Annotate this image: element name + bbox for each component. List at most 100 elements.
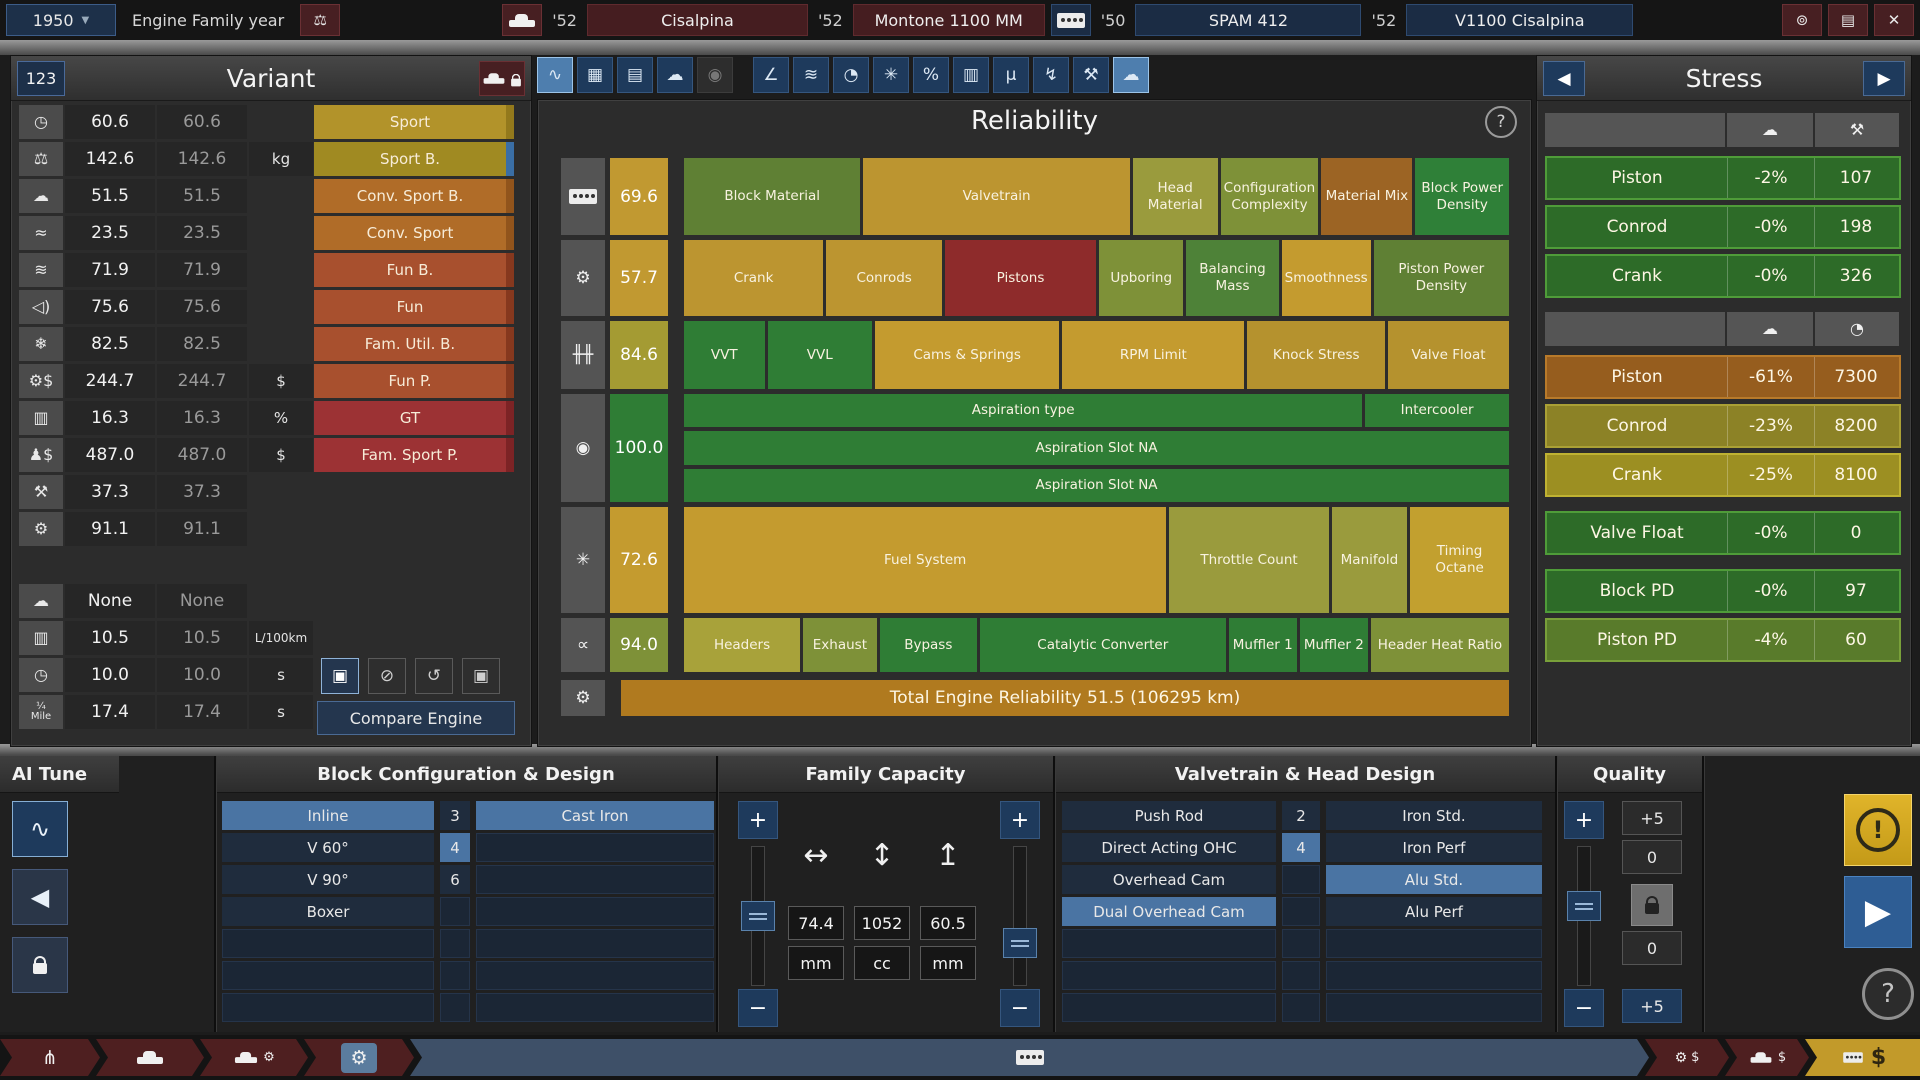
reliability-cell-headers[interactable]: Headers bbox=[684, 618, 800, 672]
reliability-cell-throttle-count[interactable]: Throttle Count bbox=[1169, 507, 1328, 613]
valvetrain-empty-row[interactable] bbox=[1062, 993, 1276, 1022]
head-material-alu-std-[interactable]: Alu Std. bbox=[1326, 865, 1542, 894]
reliability-cell-vvt[interactable]: VVT bbox=[684, 321, 765, 389]
demographic-item-conv-sport[interactable]: Conv. Sport bbox=[314, 216, 514, 250]
reliability-cell-upboring[interactable]: Upboring bbox=[1099, 240, 1183, 316]
service-percent-view-button[interactable]: % bbox=[913, 57, 949, 93]
valvetrain-push-rod[interactable]: Push Rod bbox=[1062, 801, 1276, 830]
engine-tab-icon-button[interactable] bbox=[1051, 4, 1091, 36]
demographic-item-fun-p-[interactable]: Fun P. bbox=[314, 364, 514, 398]
block-type-v-90-[interactable]: V 90° bbox=[222, 865, 434, 894]
reliability-cell-cams-springs[interactable]: Cams & Springs bbox=[875, 321, 1059, 389]
forward-button[interactable]: ▶ bbox=[1844, 876, 1912, 948]
reliability-view-view-button[interactable]: ☁ bbox=[1113, 57, 1149, 93]
nav-engine-designer-tab[interactable]: ⚙ bbox=[304, 1039, 414, 1076]
demographic-item-gt[interactable]: GT bbox=[314, 401, 514, 435]
valve-count-empty-row[interactable] bbox=[1282, 993, 1320, 1022]
head-material-empty-row[interactable] bbox=[1326, 961, 1542, 990]
block-type-boxer[interactable]: Boxer bbox=[222, 897, 434, 926]
block-type-empty-row[interactable] bbox=[222, 961, 434, 990]
close-button[interactable]: ✕ bbox=[1874, 4, 1914, 36]
fuel-spray-view-button[interactable]: ✳ bbox=[873, 57, 909, 93]
reliability-cell-balancing-mass[interactable]: Balancing Mass bbox=[1186, 240, 1278, 316]
variant-count-badge[interactable]: 123 bbox=[17, 61, 65, 96]
bore-minus-button[interactable]: − bbox=[738, 989, 778, 1027]
bore-plus-button[interactable]: + bbox=[738, 801, 778, 839]
quality-minus-button[interactable]: − bbox=[1564, 989, 1604, 1027]
nav-engine-costs-tab[interactable]: ⚙$ bbox=[1645, 1039, 1729, 1076]
reliability-cell-fuel-system[interactable]: Fuel System bbox=[684, 507, 1166, 613]
reliability-cell-rpm-limit[interactable]: RPM Limit bbox=[1062, 321, 1244, 389]
reliability-cell-valve-float[interactable]: Valve Float bbox=[1388, 321, 1509, 389]
reliability-cell-conrods[interactable]: Conrods bbox=[826, 240, 942, 316]
engine-family-year-dropdown[interactable]: 1950 ▼ bbox=[6, 4, 116, 36]
line-graph-view-button[interactable]: ∿ bbox=[537, 57, 573, 93]
head-material-empty-row[interactable] bbox=[1326, 929, 1542, 958]
next-page-button[interactable]: ▶ bbox=[1863, 61, 1905, 96]
electrics-view-button[interactable]: ↯ bbox=[1033, 57, 1069, 93]
block-type-inline[interactable]: Inline bbox=[222, 801, 434, 830]
reliability-cell-catalytic-converter[interactable]: Catalytic Converter bbox=[980, 618, 1226, 672]
dyno-view-button[interactable]: ◔ bbox=[833, 57, 869, 93]
demographic-item-sport-b-[interactable]: Sport B. bbox=[314, 142, 514, 176]
nav-drivetrain-tab[interactable]: ⋔ bbox=[0, 1039, 100, 1076]
demographic-item-conv-sport-b-[interactable]: Conv. Sport B. bbox=[314, 179, 514, 213]
block-material-empty-row[interactable] bbox=[476, 929, 714, 958]
head-material-empty-row[interactable] bbox=[1326, 993, 1542, 1022]
reliability-cell-block-material[interactable]: Block Material bbox=[684, 158, 860, 235]
demographic-item-fun-b-[interactable]: Fun B. bbox=[314, 253, 514, 287]
disable-button[interactable]: ⊘ bbox=[368, 658, 406, 694]
ai-tune-graph-button[interactable]: ∿ bbox=[12, 801, 68, 857]
reliability-cell-bypass[interactable]: Bypass bbox=[880, 618, 977, 672]
block-type-empty-row[interactable] bbox=[222, 993, 434, 1022]
reliability-cell-manifold[interactable]: Manifold bbox=[1332, 507, 1407, 613]
block-material-empty-row[interactable] bbox=[476, 865, 714, 894]
cylinder-count-4[interactable]: 4 bbox=[440, 833, 470, 862]
reliability-cell-timing-octane[interactable]: Timing Octane bbox=[1410, 507, 1509, 613]
prev-page-button[interactable]: ◀ bbox=[1543, 61, 1585, 96]
bore-value[interactable]: 74.4 bbox=[788, 906, 844, 940]
valvetrain-overhead-cam[interactable]: Overhead Cam bbox=[1062, 865, 1276, 894]
cylinder-count-empty-row[interactable] bbox=[440, 993, 470, 1022]
stroke-value[interactable]: 60.5 bbox=[920, 906, 976, 940]
car-tab-icon-button[interactable] bbox=[502, 4, 542, 36]
cylinder-count-3[interactable]: 3 bbox=[440, 801, 470, 830]
block-material-empty-row[interactable] bbox=[476, 993, 714, 1022]
reliability-cell-exhaust[interactable]: Exhaust bbox=[803, 618, 877, 672]
stroke-plus-button[interactable]: + bbox=[1000, 801, 1040, 839]
valvetrain-direct-acting-ohc[interactable]: Direct Acting OHC bbox=[1062, 833, 1276, 862]
nav-engine-progress-bar[interactable] bbox=[410, 1039, 1649, 1076]
car-lock-button[interactable] bbox=[479, 61, 525, 96]
power-graph-view-button[interactable]: ∠ bbox=[753, 57, 789, 93]
nav-car-engine-tab[interactable]: ⚙ bbox=[200, 1039, 308, 1076]
stress-row-piston-pd[interactable]: Piston PD-4%60 bbox=[1545, 618, 1901, 662]
quad-graph-view-button[interactable]: ▦ bbox=[577, 57, 613, 93]
reliability-cell-vvl[interactable]: VVL bbox=[768, 321, 872, 389]
copy-button[interactable]: ▣ bbox=[321, 658, 359, 694]
airflow-view-button[interactable]: ≋ bbox=[793, 57, 829, 93]
stress-row-block-pd[interactable]: Block PD-0%97 bbox=[1545, 569, 1901, 613]
table-view-button[interactable]: ▤ bbox=[617, 57, 653, 93]
block-type-empty-row[interactable] bbox=[222, 929, 434, 958]
reliability-cell-block-power-density[interactable]: Block Power Density bbox=[1415, 158, 1509, 235]
demographic-item-fam-util-b-[interactable]: Fam. Util. B. bbox=[314, 327, 514, 361]
lock-button[interactable] bbox=[12, 937, 68, 993]
quality-slider-handle[interactable] bbox=[1567, 891, 1601, 921]
help-icon[interactable]: ? bbox=[1485, 106, 1517, 138]
cylinder-count-6[interactable]: 6 bbox=[440, 865, 470, 894]
block-material-cast-iron[interactable]: Cast Iron bbox=[476, 801, 714, 830]
demographic-item-sport[interactable]: Sport bbox=[314, 105, 514, 139]
reliability-cell-muffler-2[interactable]: Muffler 2 bbox=[1300, 618, 1368, 672]
bore-slider-handle[interactable] bbox=[741, 901, 775, 931]
cylinder-count-empty-row[interactable] bbox=[440, 929, 470, 958]
reliability-cell-valvetrain[interactable]: Valvetrain bbox=[863, 158, 1129, 235]
back-button[interactable]: ◀ bbox=[12, 869, 68, 925]
block-material-empty-row[interactable] bbox=[476, 961, 714, 990]
reliability-cell-material-mix[interactable]: Material Mix bbox=[1321, 158, 1412, 235]
quality-plus-button[interactable]: + bbox=[1564, 801, 1604, 839]
reliability-cell-knock-stress[interactable]: Knock Stress bbox=[1247, 321, 1385, 389]
stress-row-conrod[interactable]: Conrod-0%198 bbox=[1545, 205, 1901, 249]
stroke-minus-button[interactable]: − bbox=[1000, 989, 1040, 1027]
turbo-view-button[interactable]: ◉ bbox=[697, 57, 733, 93]
undo-button[interactable]: ↺ bbox=[415, 658, 453, 694]
